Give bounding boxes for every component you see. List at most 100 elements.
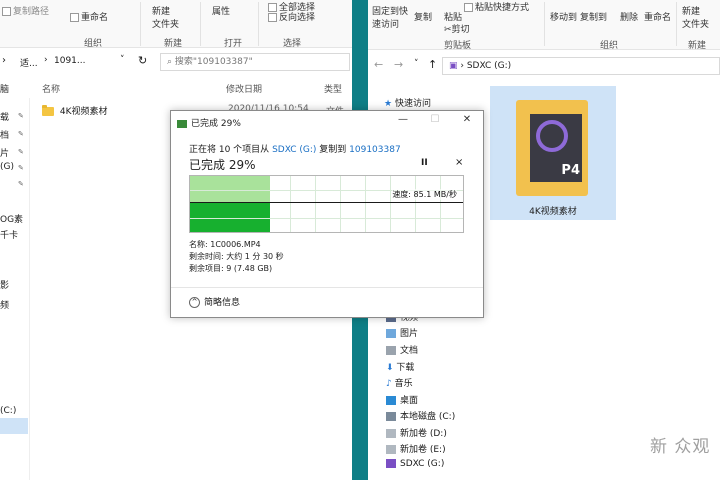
ribbon-divider <box>676 2 677 46</box>
column-header: 名称 修改日期 类型 <box>30 80 352 98</box>
desktop-icon <box>386 396 396 405</box>
fewer-details-button[interactable]: ^ 简略信息 <box>189 295 240 308</box>
mp4-badge: P4 <box>561 163 580 178</box>
invert-selection-button[interactable]: 反向选择 <box>268 10 315 23</box>
nav-fragment[interactable]: 频 <box>0 298 9 311</box>
star-icon: ★ <box>384 99 395 109</box>
pin-icon: ✎ <box>18 180 24 188</box>
grid-line <box>440 176 441 232</box>
folder-thumbnail[interactable]: P4 4K视频素材 <box>490 86 616 220</box>
nav-fragment[interactable]: (G) <box>0 162 14 172</box>
breadcrumb-2[interactable]: 1091... <box>54 56 86 66</box>
nav-fragment[interactable]: 片 <box>0 146 9 159</box>
nav-documents[interactable]: 文档 <box>386 343 418 356</box>
new-folder-line2-right: 文件夹 <box>682 20 710 30</box>
nav-label: 新加卷 (D:) <box>400 429 447 439</box>
new-folder-button-right[interactable]: 新建 文件夹 <box>682 4 709 30</box>
up-icon[interactable]: ↑ <box>428 58 437 71</box>
scissors-icon: ✂ <box>444 25 452 35</box>
nav-selected-item[interactable] <box>0 418 28 434</box>
grid-line <box>290 176 291 232</box>
nav-music[interactable]: ♪ 音乐 <box>386 376 413 389</box>
nav-drive-g[interactable]: SDXC (G:) <box>386 459 444 469</box>
grid-line <box>340 176 341 232</box>
nav-fragment[interactable]: 千卡 <box>0 228 18 241</box>
copy-path-label: 复制路径 <box>13 7 50 17</box>
paste-shortcut-icon <box>464 3 473 12</box>
dest-link[interactable]: 109103387 <box>349 145 401 155</box>
nav-label: 下载 <box>396 363 415 373</box>
back-icon[interactable]: ← <box>374 58 383 71</box>
move-to-button[interactable]: 移动到 <box>550 10 577 23</box>
nav-drive-e[interactable]: 新加卷 (E:) <box>386 442 446 455</box>
copy-to-button[interactable]: 复制到 <box>580 10 607 23</box>
logo-ring <box>536 120 568 152</box>
col-modified[interactable]: 修改日期 <box>226 82 262 95</box>
chevron-left-icon[interactable]: › <box>2 55 6 66</box>
delete-button[interactable]: 删除 <box>620 10 638 23</box>
download-icon: ⬇ <box>386 363 397 373</box>
search-placeholder: 搜索"109103387" <box>174 57 253 67</box>
cut-label: 剪切 <box>451 25 470 35</box>
right-ribbon: 固定到快 速访问 复制 粘贴 粘贴快捷方式 ✂剪切 剪贴板 移动到 复制到 删除 … <box>368 0 720 51</box>
col-type[interactable]: 类型 <box>324 82 342 95</box>
nav-fragment[interactable]: 影 <box>0 278 9 291</box>
chevron-down-icon[interactable]: ˅ <box>414 59 419 69</box>
nav-fragment[interactable]: 档 <box>0 128 9 141</box>
copy-icon <box>177 119 187 128</box>
nav-drive-c[interactable]: 本地磁盘 (C:) <box>386 409 455 422</box>
address-drive: SDXC (G:) <box>466 61 512 71</box>
picture-icon <box>386 329 396 338</box>
nav-fragment[interactable]: 脑 <box>0 82 9 95</box>
properties-button[interactable]: 属性 <box>212 4 230 17</box>
copy-path-button[interactable]: 复制路径 <box>2 4 49 17</box>
maximize-button[interactable]: ☐ <box>425 113 445 127</box>
time-remaining: 剩余时间: 大约 1 分 30 秒 <box>189 252 284 261</box>
copy-path-icon <box>2 7 11 16</box>
refresh-icon[interactable]: ↻ <box>138 54 147 67</box>
copy-button[interactable]: 复制 <box>414 10 432 23</box>
pause-button[interactable]: II <box>421 158 428 168</box>
nav-pictures[interactable]: 图片 <box>386 326 418 339</box>
breadcrumb-1[interactable]: 适... <box>20 56 38 69</box>
nav-label: SDXC (G:) <box>400 459 445 469</box>
address-input[interactable]: ▣ › SDXC (G:) <box>442 57 720 75</box>
cut-button[interactable]: ✂剪切 <box>444 22 470 35</box>
nav-desktop[interactable]: 桌面 <box>386 393 418 406</box>
rename-button-right[interactable]: 重命名 <box>644 10 671 23</box>
source-link[interactable]: SDXC (G:) <box>272 145 316 155</box>
rename-button[interactable]: 重命名 <box>70 10 108 23</box>
properties-label: 属性 <box>212 7 231 17</box>
new-folder-button[interactable]: 新建 文件夹 <box>152 4 179 30</box>
nav-fragment[interactable]: OG素 <box>0 212 23 225</box>
group-new-right: 新建 <box>688 41 707 51</box>
nav-drive-d[interactable]: 新加卷 (D:) <box>386 426 447 439</box>
music-icon: ♪ <box>386 379 395 389</box>
paste-shortcut-button[interactable]: 粘贴快捷方式 <box>464 0 529 13</box>
progress-status: 已完成 29% <box>189 158 256 172</box>
document-icon <box>386 346 396 355</box>
pin-quick-access-button[interactable]: 固定到快 速访问 <box>372 4 408 30</box>
nav-label: 桌面 <box>400 396 419 406</box>
pin-quick-line2: 速访问 <box>372 20 400 30</box>
close-button[interactable]: ✕ <box>457 113 477 127</box>
chevron-down-icon[interactable]: ˅ <box>120 55 125 65</box>
search-input[interactable]: ⌕ 搜索"109103387" <box>160 53 350 71</box>
items-remaining: 剩余项目: 9 (7.48 GB) <box>189 264 273 273</box>
minimize-button[interactable]: — <box>393 113 413 127</box>
forward-icon[interactable]: → <box>394 58 403 71</box>
nav-label: 文档 <box>400 346 419 356</box>
left-address-bar: › 适... › 1091... ˅ ↻ ⌕ 搜索"109103387" <box>0 50 352 74</box>
nav-fragment[interactable]: (C:) <box>0 406 16 416</box>
dialog-title-text: 已完成 29% <box>191 119 241 129</box>
nav-label: 图片 <box>400 329 419 339</box>
fewer-details-label: 简略信息 <box>204 298 241 308</box>
speed-readout: 速度: 85.1 MB/秒 <box>392 189 457 200</box>
nav-quick-access[interactable]: ★ 快速访问 <box>384 96 431 109</box>
cancel-button[interactable]: × <box>455 157 463 168</box>
nav-fragment[interactable]: 载 <box>0 110 9 123</box>
ribbon-divider <box>200 2 201 46</box>
col-name[interactable]: 名称 <box>42 82 60 95</box>
group-organize: 组织 <box>84 39 103 49</box>
nav-downloads[interactable]: ⬇ 下载 <box>386 360 414 373</box>
